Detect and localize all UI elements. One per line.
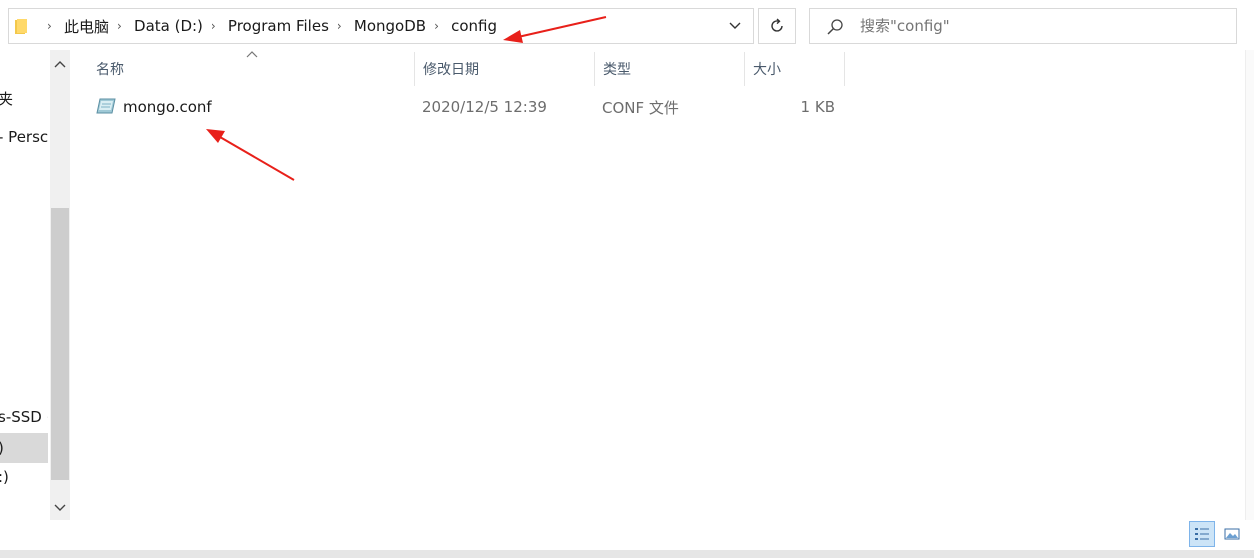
column-header-type[interactable]: 类型 [595,52,745,86]
scrollbar-thumb[interactable] [51,208,69,480]
arrow-to-mongo-conf [206,129,295,181]
breadcrumb-this-pc[interactable]: 此电脑 [64,16,109,37]
refresh-icon [771,18,783,32]
window-bottom-edge [0,550,1254,558]
chevron-right-icon[interactable]: › [337,20,344,32]
content-scrollbar[interactable] [1245,50,1254,520]
file-row[interactable]: mongo.conf 2020/12/5 12:39 CONF 文件 1 KB [88,90,848,124]
large-icons-view-button[interactable] [1219,521,1245,547]
large-icons-view-icon [1224,528,1240,540]
scroll-up-button[interactable] [50,52,70,76]
search-icon [827,19,843,35]
file-explorer-window: › 此电脑 › Data (D:) › Program Files › Mong… [0,0,1254,558]
nav-item-onedrive-personal[interactable]: - Persc [0,128,48,146]
search-box[interactable] [809,8,1237,44]
breadcrumb: › 此电脑 › Data (D:) › Program Files › Mong… [39,9,497,43]
breadcrumb-drive-d[interactable]: Data (D:) [134,17,203,35]
file-size: 1 KB [800,98,835,116]
chevron-down-icon [54,504,66,511]
address-history-dropdown[interactable] [717,9,753,43]
file-date-modified: 2020/12/5 12:39 [422,98,547,116]
nav-item-drive[interactable]: :) [0,468,48,486]
breadcrumb-mongodb[interactable]: MongoDB [354,17,426,35]
column-header-name[interactable]: 名称 [88,52,415,86]
folder-icon [15,19,27,34]
refresh-button[interactable] [758,8,796,44]
details-view-button[interactable] [1189,521,1215,547]
nav-item-data-drive-selected[interactable]: ) [0,433,48,463]
nav-item-ssd-drive[interactable]: s-SSD ( [0,408,48,426]
chevron-right-icon[interactable]: › [211,20,218,32]
chevron-up-icon [54,61,66,68]
address-bar[interactable]: › 此电脑 › Data (D:) › Program Files › Mong… [8,8,754,44]
column-header-date-modified[interactable]: 修改日期 [415,52,595,86]
file-name[interactable]: mongo.conf [123,90,212,124]
chevron-down-icon [729,22,741,29]
chevron-right-icon[interactable]: › [47,20,54,32]
nav-pane-scrollbar[interactable] [50,50,70,520]
navigation-pane[interactable]: 夹 - Persc s-SSD ( ) :) [0,50,70,520]
breadcrumb-config[interactable]: config [451,17,497,35]
search-input[interactable] [860,9,1220,43]
details-view-icon [1195,528,1209,540]
breadcrumb-program-files[interactable]: Program Files [228,17,329,35]
chevron-right-icon[interactable]: › [117,20,124,32]
chevron-right-icon[interactable]: › [434,20,441,32]
conf-file-icon [96,98,116,114]
scroll-down-button[interactable] [50,496,70,520]
column-header-size[interactable]: 大小 [745,52,845,86]
file-type: CONF 文件 [602,98,679,117]
nav-item-folders[interactable]: 夹 [0,88,48,109]
